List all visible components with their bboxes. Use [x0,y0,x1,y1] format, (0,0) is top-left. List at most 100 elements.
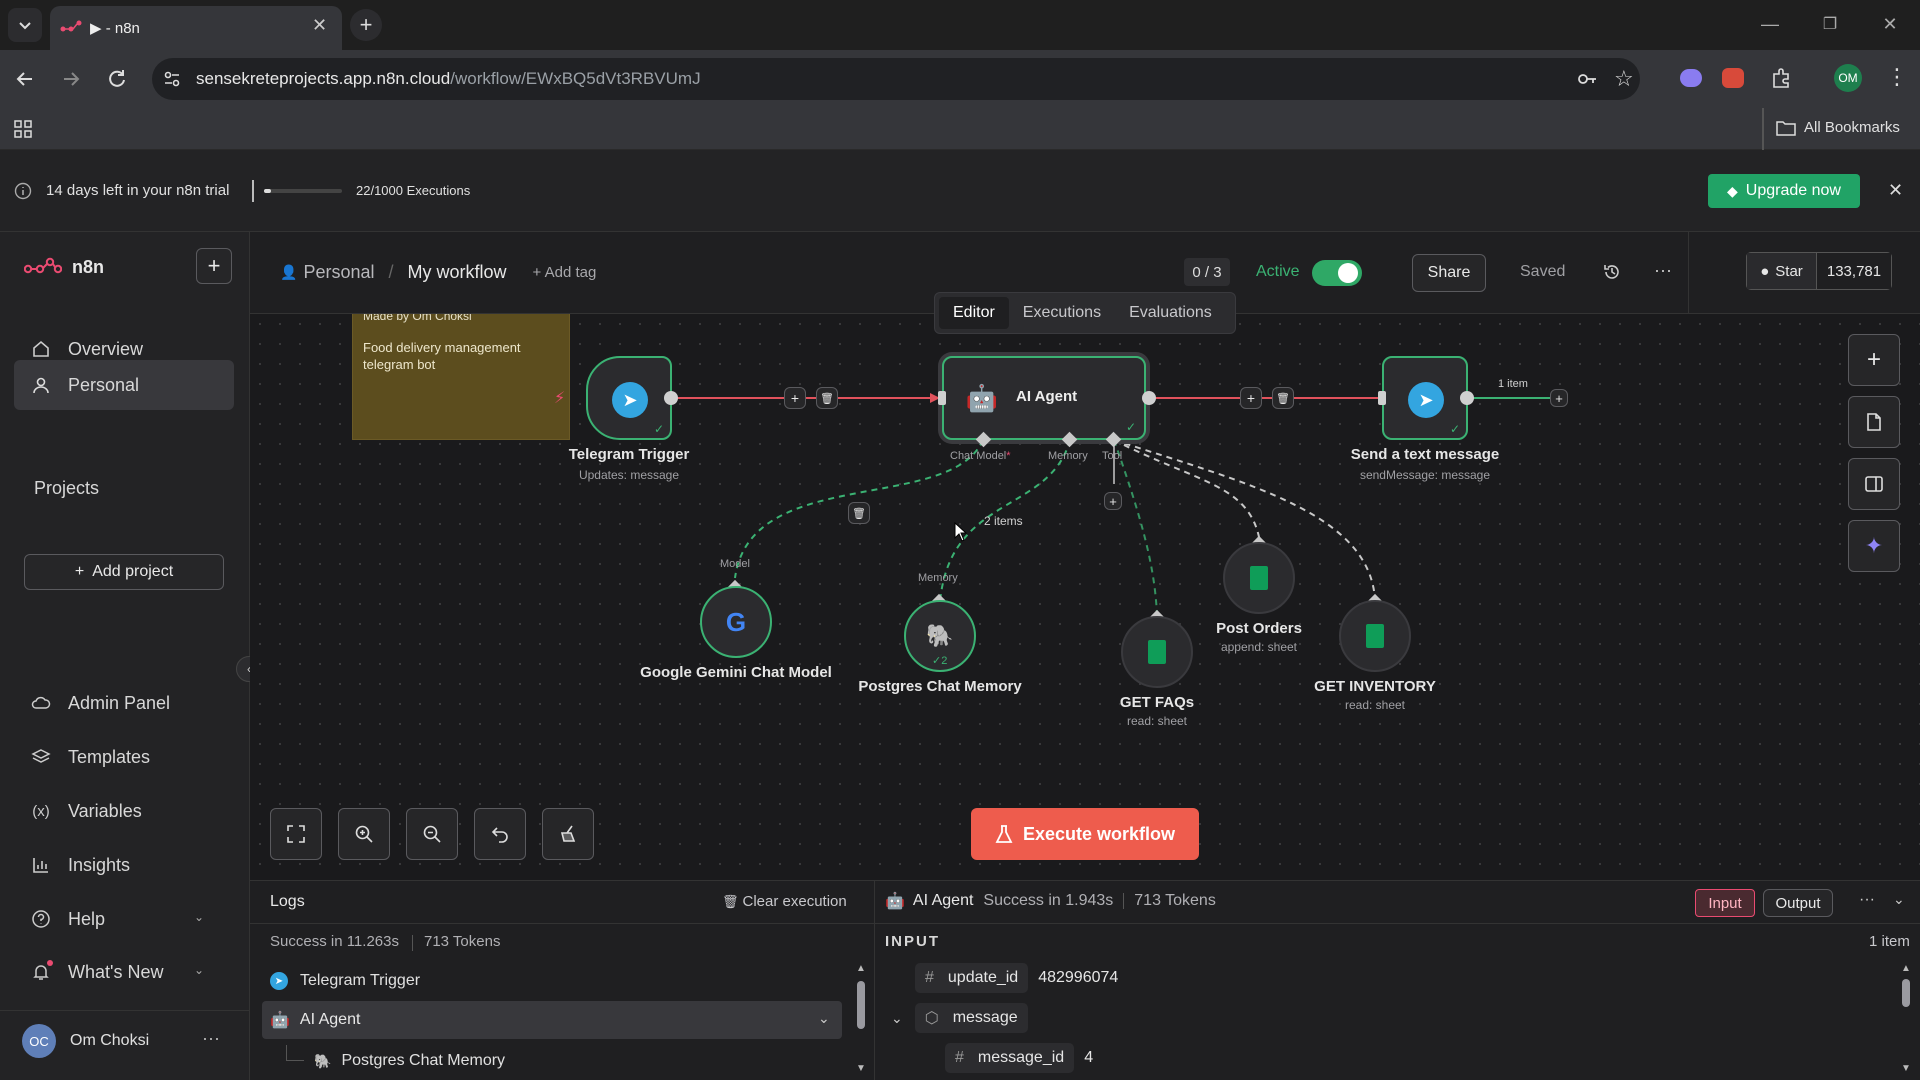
sidebar-item-help[interactable]: Help ⌄ [14,894,234,944]
log-entry-postgres-memory[interactable]: 🐘 Postgres Chat Memory [264,1045,844,1077]
node-get-inventory[interactable] [1339,600,1411,672]
scroll-up-icon[interactable]: ▲ [1901,963,1911,974]
add-project-button[interactable]: + Add project [24,554,224,590]
delete-edge-icon[interactable]: 🗑 [848,502,870,524]
add-tool-button[interactable]: + [1104,492,1122,510]
forward-icon[interactable] [60,68,82,90]
insert-node-button[interactable]: + [784,387,806,409]
delete-edge-icon[interactable]: 🗑 [1272,387,1294,409]
output-port[interactable] [664,391,678,405]
tidy-up-button[interactable] [542,808,594,860]
tab-executions[interactable]: Executions [1009,297,1115,329]
detail-scrollbar[interactable]: ▲ ▼ [1899,963,1913,1077]
undo-button[interactable] [474,808,526,860]
reload-icon[interactable] [106,68,128,90]
output-toggle-button[interactable]: Output [1763,889,1833,917]
node-post-orders[interactable] [1223,542,1295,614]
minimize-icon[interactable]: — [1740,0,1800,48]
insert-node-button[interactable]: + [1240,387,1262,409]
tab-search-button[interactable] [8,8,42,42]
ai-assistant-button[interactable]: ✦ [1848,520,1900,572]
create-button[interactable]: + [196,248,232,284]
dismiss-trial-icon[interactable]: ✕ [1888,180,1903,201]
tab-editor[interactable]: Editor [939,297,1009,329]
scroll-down-icon[interactable]: ▼ [1901,1063,1911,1074]
chevron-down-icon[interactable]: ⌄ [818,1010,830,1027]
log-entry-ai-agent[interactable]: 🤖 AI Agent ⌄ [262,1001,842,1039]
upgrade-button[interactable]: ◆ Upgrade now [1708,174,1860,208]
history-icon[interactable] [1602,262,1622,282]
workflow-counter[interactable]: 0 / 3 [1184,258,1230,286]
node-google-gemini[interactable]: G [700,586,772,658]
browser-tab[interactable]: ▶ - n8n ✕ [50,6,342,50]
close-window-icon[interactable]: ✕ [1860,0,1920,48]
browser-menu-icon[interactable]: ⋮ [1886,64,1908,90]
output-port[interactable] [1142,391,1156,405]
all-bookmarks-button[interactable]: All Bookmarks [1776,119,1900,136]
scroll-down-icon[interactable]: ▼ [856,1063,866,1074]
node-label: GET INVENTORY [1314,678,1436,695]
delete-edge-icon[interactable]: 🗑 [816,387,838,409]
fit-view-button[interactable] [270,808,322,860]
extension-icon-1[interactable] [1680,69,1702,87]
node-send-text-message[interactable]: ➤ ✓ [1382,356,1468,440]
diamond-icon: ◆ [1727,182,1738,199]
extension-icon-2[interactable] [1722,68,1744,88]
tab-close-icon[interactable]: ✕ [312,15,327,36]
scroll-up-icon[interactable]: ▲ [856,963,866,974]
mouse-cursor-icon [954,522,968,542]
back-icon[interactable] [14,68,36,90]
github-star-button[interactable]: ● Star 133,781 [1746,252,1892,290]
sticky-note[interactable]: Made by Om Choksi Food delivery manageme… [352,314,570,440]
apps-grid-icon[interactable] [14,120,32,138]
add-next-node-button[interactable]: + [1550,389,1568,407]
tab-evaluations[interactable]: Evaluations [1115,297,1226,329]
active-toggle[interactable] [1312,260,1362,286]
info-icon [14,182,32,200]
workflow-name[interactable]: My workflow [408,262,507,283]
execute-workflow-button[interactable]: Execute workflow [971,808,1199,860]
bookmark-star-icon[interactable]: ☆ [1614,66,1634,92]
sticky-note-button[interactable] [1848,396,1900,448]
more-options-icon[interactable]: ··· [1654,260,1672,281]
zoom-in-button[interactable] [338,808,390,860]
node-telegram-trigger[interactable]: ➤ ✓ [586,356,672,440]
log-entry-label: AI Agent [299,1011,361,1028]
share-button[interactable]: Share [1412,254,1486,292]
sidebar-item-personal[interactable]: Personal [14,360,234,410]
sidebar-item-insights[interactable]: Insights [14,840,234,890]
user-menu[interactable]: OC Om Choksi [22,1024,149,1058]
sidebar-item-admin-panel[interactable]: Admin Panel [14,678,234,728]
breadcrumb-project[interactable]: Personal [303,262,374,283]
toggle-panel-button[interactable] [1848,458,1900,510]
collapse-panel-icon[interactable]: ⌄ [1893,891,1905,908]
address-bar[interactable]: sensekreteprojects.app.n8n.cloud/workflo… [152,58,1640,100]
zoom-out-button[interactable] [406,808,458,860]
input-port[interactable] [1378,391,1386,405]
detail-item-count: 1 item [1869,933,1910,950]
profile-avatar[interactable]: OM [1834,64,1862,92]
sidebar-item-variables[interactable]: (x) Variables [14,786,234,836]
input-toggle-button[interactable]: Input [1695,889,1755,917]
sidebar-item-templates[interactable]: Templates [14,732,234,782]
sidebar-item-whats-new[interactable]: What's New ⌄ [14,947,234,997]
new-tab-button[interactable]: + [350,9,382,41]
clear-execution-button[interactable]: 🗑 Clear execution [722,893,847,910]
password-key-icon[interactable] [1576,69,1598,89]
log-entry-telegram-trigger[interactable]: ➤ Telegram Trigger [264,965,844,997]
add-tag-link[interactable]: + Add tag [533,264,597,281]
extensions-puzzle-icon[interactable] [1770,67,1792,89]
restore-icon[interactable]: ❐ [1800,0,1860,48]
add-node-button[interactable]: + [1848,334,1900,386]
logs-scrollbar[interactable]: ▲ ▼ [854,963,868,1077]
workflow-canvas[interactable]: Made by Om Choksi Food delivery manageme… [250,314,1920,880]
detail-more-icon[interactable]: ··· [1859,891,1875,909]
input-port[interactable] [938,391,946,405]
node-ai-agent[interactable]: 🤖 AI Agent ✓ [942,356,1146,440]
output-port[interactable] [1460,391,1474,405]
node-postgres-memory[interactable]: 🐘 ✓2 [904,600,976,672]
all-bookmarks-label: All Bookmarks [1804,119,1900,136]
chevron-down-icon[interactable]: ⌄ [891,1010,903,1027]
site-info-icon[interactable] [162,69,182,89]
user-options-icon[interactable]: ··· [202,1028,220,1049]
